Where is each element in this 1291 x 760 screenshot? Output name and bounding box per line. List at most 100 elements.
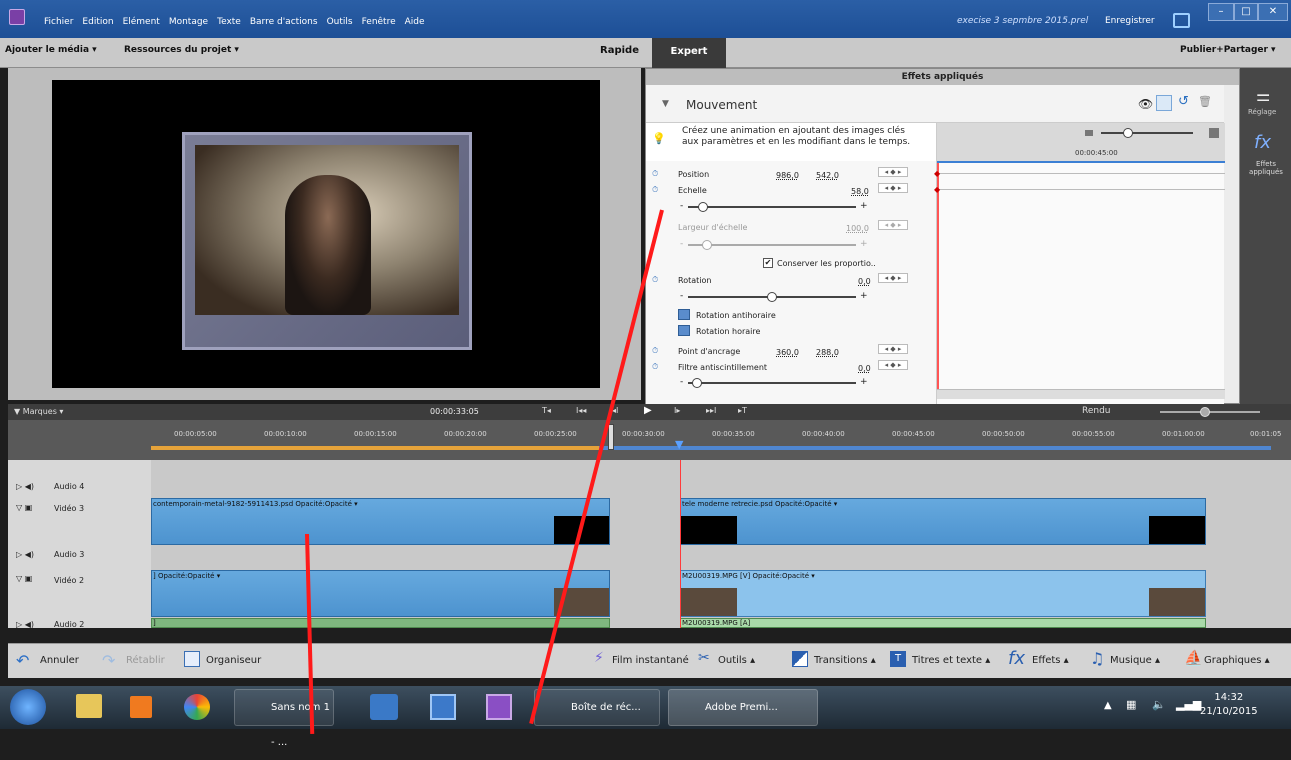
play-button[interactable]: ▶ (644, 405, 652, 416)
reset-icon[interactable]: ↺ (1178, 94, 1189, 109)
clip-video2-a[interactable]: ] Opacité:Opacité ▾ (151, 570, 610, 617)
collapse-icon[interactable]: ▼ (662, 99, 669, 109)
menu-aide[interactable]: Aide (405, 17, 425, 27)
expert-mode-tab[interactable]: Expert (652, 38, 726, 68)
minimize-button[interactable]: – (1208, 3, 1234, 21)
undo-icon[interactable]: ↶ (16, 651, 29, 670)
save-button[interactable]: Enregistrer (1105, 16, 1155, 26)
organizer-icon[interactable] (184, 651, 200, 667)
media-player-icon[interactable] (130, 696, 152, 718)
step-forward-button[interactable]: I▸ (674, 406, 680, 415)
zoom-in-icon[interactable] (1209, 128, 1219, 138)
work-area-handle[interactable] (608, 424, 614, 450)
scale-value[interactable]: 58,0 (851, 187, 869, 196)
project-resources-button[interactable]: Ressources du projet ▾ (124, 45, 239, 55)
antiflicker-value[interactable]: 0,0 (858, 364, 871, 373)
go-to-start-button[interactable]: T◂ (542, 406, 551, 415)
picasa-icon[interactable] (184, 694, 210, 720)
rotation-slider-knob[interactable] (767, 292, 777, 302)
premiere-elements-icon[interactable] (486, 694, 512, 720)
timeline-zoom-knob[interactable] (1200, 407, 1210, 417)
keyframe-marker[interactable]: ◆ (934, 169, 940, 178)
undo-button[interactable]: Annuler (40, 655, 79, 666)
clip-audio2-a[interactable]: ] (151, 618, 610, 628)
stopwatch-icon[interactable]: ⏱ (652, 185, 658, 195)
system-clock[interactable]: 14:32 21/10/2015 (1200, 691, 1258, 719)
volume-icon[interactable]: 🔈 (1152, 698, 1166, 711)
effects-icon[interactable]: fx (1008, 648, 1025, 669)
rotate-ccw-icon[interactable] (678, 309, 690, 320)
stopwatch-icon[interactable]: ⏱ (652, 275, 658, 285)
stopwatch-icon[interactable]: ⏱ (652, 362, 658, 372)
taskbar-chrome[interactable]: Boîte de réc... (534, 689, 660, 726)
transitions-icon[interactable] (792, 651, 808, 667)
track-collapse-icon[interactable]: ▽ ▣ (16, 503, 32, 512)
anchor-x-value[interactable]: 360,0 (776, 348, 799, 357)
keyframe-nav[interactable]: ◂ ◆ ▸ (878, 273, 908, 283)
keyframe-nav[interactable]: ◂ ◆ ▸ (878, 360, 908, 370)
tray-arrow-icon[interactable]: ▲ (1104, 700, 1112, 711)
effects-button[interactable]: Effets ▴ (1032, 655, 1069, 666)
menu-texte[interactable]: Texte (217, 17, 241, 27)
keyframe-toggle-icon[interactable] (1156, 95, 1172, 111)
book-icon[interactable] (370, 694, 398, 720)
fx-icon[interactable]: fx (1254, 132, 1271, 153)
clip-video3-a[interactable]: contemporain-metal-9182-5911413.psd Opac… (151, 498, 610, 545)
scale-slider-knob[interactable] (698, 202, 708, 212)
stopwatch-icon[interactable]: ⏱ (652, 346, 658, 356)
rewind-button[interactable]: I◂◂ (576, 406, 586, 415)
taskbar-untitled[interactable]: Sans nom 1 - ... (234, 689, 334, 748)
menu-element[interactable]: Elément (123, 17, 160, 27)
eye-icon[interactable]: 👁 (1138, 97, 1153, 111)
track-expand-icon[interactable]: ▷ ◀) (16, 482, 34, 491)
transitions-button[interactable]: Transitions ▴ (814, 655, 876, 666)
go-to-end-button[interactable]: ▸T (738, 406, 747, 415)
menu-fichier[interactable]: Fichier (44, 17, 73, 27)
marks-menu[interactable]: ▼ Marques ▾ (14, 407, 63, 416)
tools-button[interactable]: Outils ▴ (718, 655, 755, 666)
instant-movie-icon[interactable]: ⚡ (594, 650, 604, 666)
mouvement-section-header[interactable]: ▼ Mouvement 👁 ↺ 🗑 (646, 85, 1224, 123)
mini-scrollbar[interactable] (937, 389, 1225, 399)
adjust-label[interactable]: Réglage (1248, 108, 1276, 116)
fast-forward-button[interactable]: ▸▸I (706, 406, 716, 415)
rotate-cw-icon[interactable] (678, 325, 690, 336)
position-y-value[interactable]: 542,0 (816, 171, 839, 180)
organizer-button[interactable]: Organiseur (206, 655, 261, 666)
publish-share-button[interactable]: Publier+Partager ▾ (1180, 45, 1276, 55)
antiflicker-slider-knob[interactable] (692, 378, 702, 388)
track-expand-icon[interactable]: ▷ ◀) (16, 620, 34, 629)
keyframe-marker[interactable]: ◆ (934, 185, 940, 194)
menu-edition[interactable]: Edition (82, 17, 113, 27)
quick-mode-tab[interactable]: Rapide (600, 45, 639, 56)
zoom-slider-knob[interactable] (1123, 128, 1133, 138)
antiflicker-slider-track[interactable] (688, 382, 856, 384)
menu-montage[interactable]: Montage (169, 17, 208, 27)
render-button[interactable]: Rendu (1082, 406, 1111, 416)
menu-barre-actions[interactable]: Barre d'actions (250, 17, 318, 27)
start-button[interactable] (10, 689, 46, 725)
clip-video2-b[interactable]: M2U00319.MPG [V] Opacité:Opacité ▾ (680, 570, 1206, 617)
signal-icon[interactable]: ▂▄▆ (1176, 698, 1201, 711)
restore-button[interactable]: □ (1234, 3, 1258, 21)
timeline-zoom-track[interactable] (1160, 411, 1260, 413)
explorer-icon[interactable] (76, 694, 102, 718)
rotate-cw-button[interactable]: Rotation horaire (696, 327, 760, 336)
taskbar-premiere[interactable]: Adobe Premi... (668, 689, 818, 726)
rotate-ccw-button[interactable]: Rotation antihoraire (696, 311, 776, 320)
applied-effects-label[interactable]: Effets appliqués (1244, 160, 1288, 176)
keyframe-nav[interactable]: ◂ ◆ ▸ (878, 167, 908, 177)
music-button[interactable]: Musique ▴ (1110, 655, 1160, 666)
tools-icon[interactable]: ✂ (698, 650, 710, 666)
zoom-slider-track[interactable] (1101, 132, 1193, 134)
network-icon[interactable]: ▦ (1126, 698, 1136, 711)
clip-video3-b[interactable]: tele moderne retrecie.psd Opacité:Opacit… (680, 498, 1206, 545)
music-icon[interactable]: ♫ (1090, 649, 1104, 668)
track-collapse-icon[interactable]: ▽ ▣ (16, 574, 32, 583)
keyframe-timeline[interactable]: 00:00:45:00 ◆ ◆ (934, 123, 1225, 405)
position-x-value[interactable]: 986,0 (776, 171, 799, 180)
graphics-button[interactable]: Graphiques ▴ (1204, 655, 1270, 666)
close-button[interactable]: ✕ (1258, 3, 1288, 21)
premiere-organizer-icon[interactable] (430, 694, 456, 720)
zoom-out-icon[interactable] (1085, 130, 1093, 136)
